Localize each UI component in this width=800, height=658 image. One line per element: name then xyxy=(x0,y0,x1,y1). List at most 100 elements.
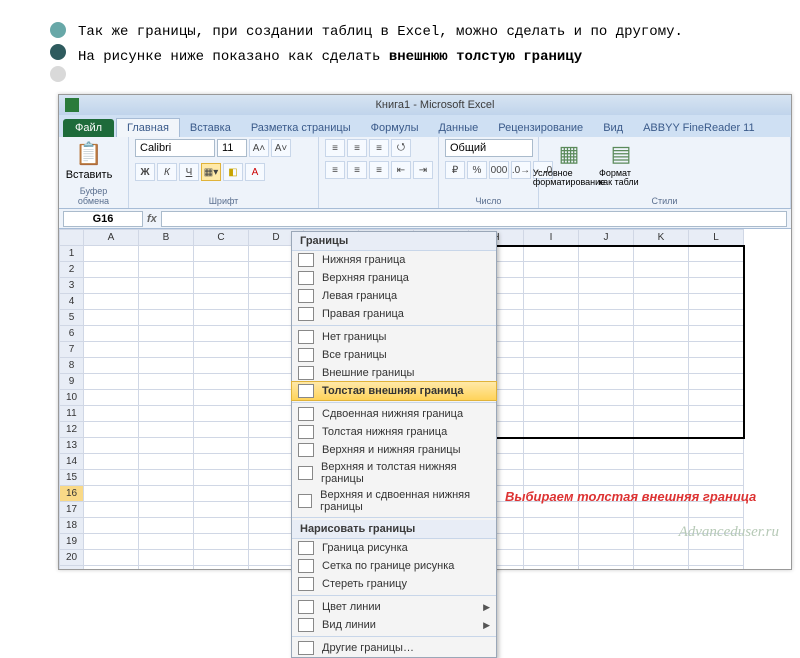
cell[interactable] xyxy=(84,550,139,566)
fx-icon[interactable]: fx xyxy=(147,213,157,225)
cell[interactable] xyxy=(194,550,249,566)
cell[interactable] xyxy=(84,390,139,406)
cell[interactable] xyxy=(139,342,194,358)
cell[interactable] xyxy=(634,454,689,470)
cell[interactable] xyxy=(194,470,249,486)
cell[interactable] xyxy=(524,262,579,278)
cell[interactable] xyxy=(194,454,249,470)
cell[interactable] xyxy=(84,262,139,278)
cell[interactable] xyxy=(634,358,689,374)
row-header[interactable]: 11 xyxy=(60,406,84,422)
cell[interactable] xyxy=(689,470,744,486)
cell[interactable] xyxy=(524,310,579,326)
cell[interactable] xyxy=(524,374,579,390)
inc-decimal-button[interactable]: .0→ xyxy=(511,161,531,179)
border-option[interactable]: Нет границы xyxy=(292,328,496,346)
cell[interactable] xyxy=(84,374,139,390)
border-draw-option[interactable]: Другие границы… xyxy=(292,639,496,657)
currency-button[interactable]: ₽ xyxy=(445,161,465,179)
border-draw-option[interactable]: Стереть границу xyxy=(292,575,496,593)
cell[interactable] xyxy=(579,422,634,438)
cell[interactable] xyxy=(579,358,634,374)
border-option[interactable]: Внешние границы xyxy=(292,364,496,382)
underline-button[interactable]: Ч xyxy=(179,163,199,181)
file-tab[interactable]: Файл xyxy=(63,119,114,137)
cell[interactable] xyxy=(634,550,689,566)
name-box[interactable] xyxy=(63,211,143,227)
col-header[interactable]: J xyxy=(579,230,634,246)
row-header[interactable]: 20 xyxy=(60,550,84,566)
cell[interactable] xyxy=(194,342,249,358)
cell[interactable] xyxy=(194,406,249,422)
indent-inc-button[interactable]: ⇥ xyxy=(413,161,433,179)
conditional-formatting-button[interactable]: ▦ Условное форматирование xyxy=(545,139,593,189)
cell[interactable] xyxy=(194,486,249,502)
row-header[interactable]: 5 xyxy=(60,310,84,326)
cell[interactable] xyxy=(524,534,579,550)
cell[interactable] xyxy=(689,358,744,374)
cell[interactable] xyxy=(524,438,579,454)
italic-button[interactable]: К xyxy=(157,163,177,181)
cell[interactable] xyxy=(634,294,689,310)
cell[interactable] xyxy=(194,422,249,438)
tab-formulas[interactable]: Формулы xyxy=(361,119,429,137)
row-header[interactable]: 8 xyxy=(60,358,84,374)
border-option[interactable]: Нижняя граница xyxy=(292,251,496,269)
cell[interactable] xyxy=(524,342,579,358)
tab-abbyy[interactable]: ABBYY FineReader 11 xyxy=(633,119,765,137)
cell[interactable] xyxy=(524,470,579,486)
cell[interactable] xyxy=(194,278,249,294)
cell[interactable] xyxy=(139,406,194,422)
cell[interactable] xyxy=(689,454,744,470)
cell[interactable] xyxy=(524,278,579,294)
row-header[interactable]: 6 xyxy=(60,326,84,342)
cell[interactable] xyxy=(524,246,579,262)
cell[interactable] xyxy=(689,406,744,422)
cell[interactable] xyxy=(579,438,634,454)
cell[interactable] xyxy=(634,326,689,342)
cell[interactable] xyxy=(139,294,194,310)
row-header[interactable]: 4 xyxy=(60,294,84,310)
border-draw-option[interactable]: Граница рисунка xyxy=(292,539,496,557)
cell[interactable] xyxy=(84,566,139,570)
indent-dec-button[interactable]: ⇤ xyxy=(391,161,411,179)
border-option[interactable]: Правая граница xyxy=(292,305,496,323)
cell[interactable] xyxy=(139,310,194,326)
cell[interactable] xyxy=(579,294,634,310)
cell[interactable] xyxy=(139,262,194,278)
cell[interactable] xyxy=(139,326,194,342)
cell[interactable] xyxy=(524,518,579,534)
cell[interactable] xyxy=(194,294,249,310)
tab-insert[interactable]: Вставка xyxy=(180,119,241,137)
cell[interactable] xyxy=(579,342,634,358)
tab-page-layout[interactable]: Разметка страницы xyxy=(241,119,361,137)
cell[interactable] xyxy=(84,246,139,262)
cell[interactable] xyxy=(139,566,194,570)
cell[interactable] xyxy=(84,470,139,486)
cell[interactable] xyxy=(194,566,249,570)
row-header[interactable]: 10 xyxy=(60,390,84,406)
border-option[interactable]: Толстая внешняя граница xyxy=(291,381,497,401)
cell[interactable] xyxy=(84,422,139,438)
cell[interactable] xyxy=(194,438,249,454)
align-left-button[interactable]: ≡ xyxy=(325,161,345,179)
cell[interactable] xyxy=(84,534,139,550)
row-header[interactable]: 21 xyxy=(60,566,84,570)
cell[interactable] xyxy=(524,358,579,374)
cell[interactable] xyxy=(84,518,139,534)
align-bottom-button[interactable]: ≡ xyxy=(369,139,389,157)
cell[interactable] xyxy=(579,310,634,326)
cell[interactable] xyxy=(139,390,194,406)
percent-button[interactable]: % xyxy=(467,161,487,179)
cell[interactable] xyxy=(84,278,139,294)
cell[interactable] xyxy=(524,550,579,566)
cell[interactable] xyxy=(689,438,744,454)
cell[interactable] xyxy=(579,550,634,566)
font-color-button[interactable]: A xyxy=(245,163,265,181)
row-header[interactable]: 17 xyxy=(60,502,84,518)
cell[interactable] xyxy=(634,278,689,294)
border-draw-option[interactable]: Вид линии▶ xyxy=(292,616,496,634)
cell[interactable] xyxy=(579,454,634,470)
cell[interactable] xyxy=(579,262,634,278)
cell[interactable] xyxy=(84,294,139,310)
